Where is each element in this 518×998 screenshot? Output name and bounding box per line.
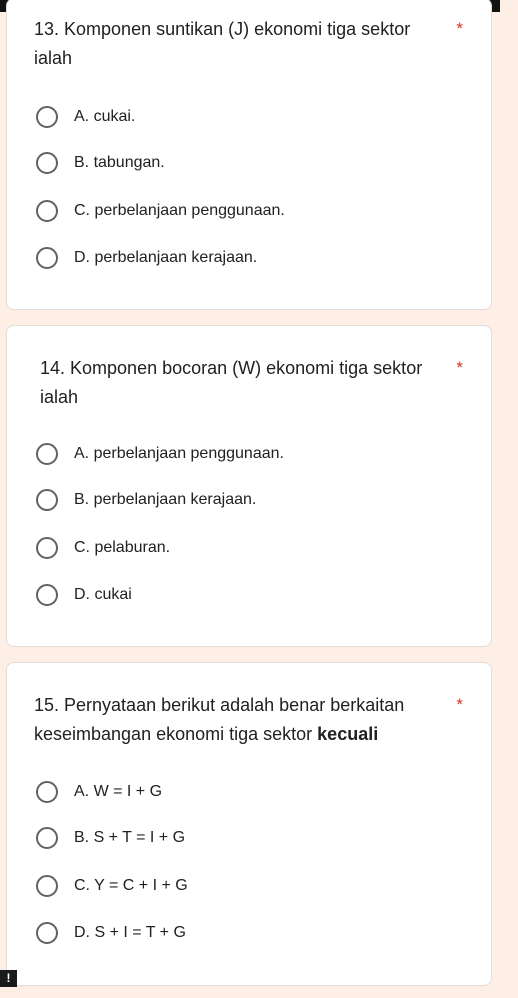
question-card-14: 14. Komponen bocoran (W) ekonomi tiga se…	[6, 325, 492, 647]
option-c[interactable]: C. Y = C + I + G	[36, 871, 456, 901]
radio-button[interactable]	[36, 781, 58, 803]
radio-button[interactable]	[36, 152, 58, 174]
option-label: C. Y = C + I + G	[74, 877, 188, 894]
alert-badge-icon: !	[0, 970, 17, 987]
radio-button[interactable]	[36, 827, 58, 849]
radio-button[interactable]	[36, 106, 58, 128]
required-asterisk: *	[456, 358, 463, 377]
option-c[interactable]: C. pelaburan.	[36, 533, 456, 563]
option-label: A. cukai.	[74, 108, 136, 125]
option-c[interactable]: C. perbelanjaan penggunaan.	[36, 196, 456, 226]
question-card-13: 13. Komponen suntikan (J) ekonomi tiga s…	[6, 0, 492, 310]
option-label: B. perbelanjaan kerajaan.	[74, 491, 257, 508]
radio-button[interactable]	[36, 584, 58, 606]
radio-button[interactable]	[36, 537, 58, 559]
option-label: C. pelaburan.	[74, 539, 171, 556]
question-title: 15. Pernyataan berikut adalah benar berk…	[34, 691, 431, 749]
question-title: 13. Komponen suntikan (J) ekonomi tiga s…	[34, 19, 411, 68]
option-b[interactable]: B. perbelanjaan kerajaan.	[36, 485, 456, 515]
radio-button[interactable]	[36, 875, 58, 897]
radio-button[interactable]	[36, 200, 58, 222]
question-title: 14. Komponen bocoran (W) ekonomi tiga se…	[40, 358, 423, 407]
option-label: B. tabungan.	[74, 154, 165, 171]
option-d[interactable]: D. cukai	[36, 580, 456, 610]
option-label: D. perbelanjaan kerajaan.	[74, 249, 258, 266]
radio-button[interactable]	[36, 443, 58, 465]
option-d[interactable]: D. perbelanjaan kerajaan.	[36, 243, 456, 273]
radio-button[interactable]	[36, 247, 58, 269]
radio-button[interactable]	[36, 922, 58, 944]
option-a[interactable]: A. perbelanjaan penggunaan.	[36, 439, 456, 469]
option-label: A. W = I + G	[74, 783, 163, 800]
required-asterisk: *	[456, 695, 463, 714]
option-a[interactable]: A. cukai.	[36, 102, 456, 132]
radio-button[interactable]	[36, 489, 58, 511]
option-a[interactable]: A. W = I + G	[36, 777, 456, 807]
option-label: A. perbelanjaan penggunaan.	[74, 445, 284, 462]
option-label: D. S + I = T + G	[74, 924, 186, 941]
question-card-15: 15. Pernyataan berikut adalah benar berk…	[6, 662, 492, 986]
question-title-emphasis: kecuali	[317, 724, 379, 744]
option-label: D. cukai	[74, 586, 132, 603]
option-label: B. S + T = I + G	[74, 829, 186, 846]
option-label: C. perbelanjaan penggunaan.	[74, 202, 285, 219]
required-asterisk: *	[456, 19, 463, 38]
option-d[interactable]: D. S + I = T + G	[36, 918, 456, 948]
option-b[interactable]: B. tabungan.	[36, 148, 456, 178]
option-b[interactable]: B. S + T = I + G	[36, 823, 456, 853]
